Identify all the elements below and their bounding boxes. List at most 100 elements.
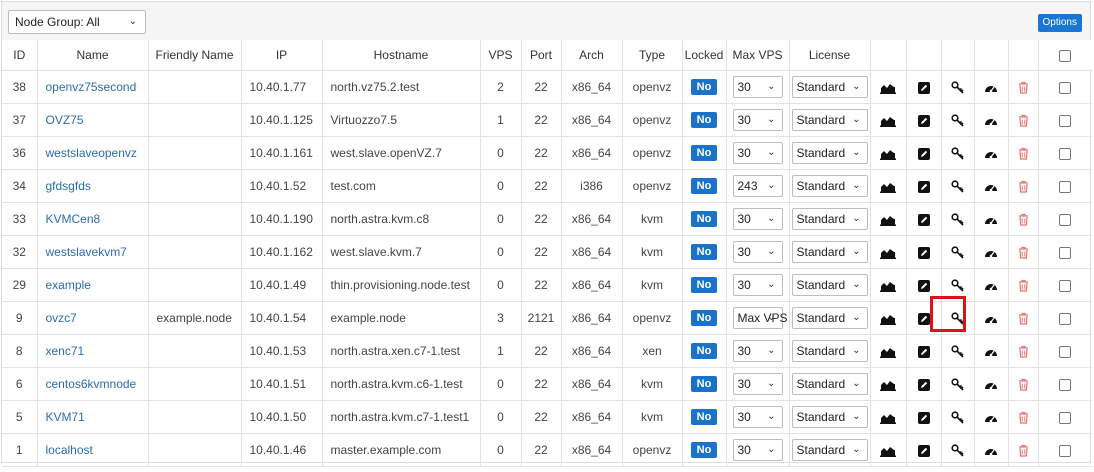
node-name-link[interactable]: westslavekvm7 [46,245,127,259]
node-name-link[interactable]: KVMCen8 [46,212,101,226]
locked-badge[interactable]: No [691,376,717,392]
max-vps-select[interactable]: 30 ⌄ [732,241,783,263]
node-name-link[interactable]: KVM71 [46,410,85,424]
node-name-link[interactable]: example [46,278,91,292]
node-name-link[interactable]: centos6kvmnode [46,377,137,391]
node-name-link[interactable]: openvz75second [46,80,137,94]
max-vps-select[interactable]: 30 ⌄ [732,406,783,428]
max-vps-select[interactable]: Max VPS ⌄ [732,307,788,329]
area-chart-icon[interactable] [880,313,896,325]
trash-icon[interactable] [1018,279,1029,292]
area-chart-icon[interactable] [880,247,896,259]
node-name-link[interactable]: ovzc7 [46,311,77,325]
license-select[interactable]: Standard ⌄ [791,76,868,98]
locked-badge[interactable]: No [691,244,717,260]
edit-icon[interactable] [917,279,930,292]
locked-badge[interactable]: No [691,442,717,458]
options-button[interactable]: Options [1037,14,1082,32]
gauge-icon[interactable] [984,280,998,292]
area-chart-icon[interactable] [880,148,896,160]
license-select[interactable]: Standard ⌄ [791,439,868,461]
trash-icon[interactable] [1018,81,1029,94]
trash-icon[interactable] [1018,213,1029,226]
area-chart-icon[interactable] [880,379,896,391]
locked-badge[interactable]: No [691,178,717,194]
col-id[interactable]: ID [2,40,38,71]
license-select[interactable]: Standard ⌄ [791,175,868,197]
edit-icon[interactable] [917,114,930,127]
col-type[interactable]: Type [622,40,683,71]
edit-icon[interactable] [917,345,930,358]
row-checkbox[interactable] [1059,279,1072,292]
row-checkbox[interactable] [1059,444,1072,457]
license-select[interactable]: Standard ⌄ [791,307,868,329]
key-icon[interactable] [951,378,964,391]
area-chart-icon[interactable] [880,214,896,226]
node-name-link[interactable]: westslaveopenvz [46,146,137,160]
locked-badge[interactable]: No [691,343,717,359]
area-chart-icon[interactable] [880,115,896,127]
row-checkbox[interactable] [1059,81,1072,94]
key-icon[interactable] [951,81,964,94]
gauge-icon[interactable] [984,82,998,94]
edit-icon[interactable] [917,147,930,160]
max-vps-select[interactable]: 30 ⌄ [732,373,783,395]
gauge-icon[interactable] [984,247,998,259]
row-checkbox[interactable] [1059,312,1072,325]
col-license[interactable]: License [789,40,871,71]
row-checkbox[interactable] [1059,411,1072,424]
row-checkbox[interactable] [1059,213,1072,226]
col-ip[interactable]: IP [241,40,323,71]
row-checkbox[interactable] [1059,114,1072,127]
license-select[interactable]: Standard ⌄ [791,340,868,362]
max-vps-select[interactable]: 30 ⌄ [732,142,783,164]
locked-badge[interactable]: No [691,310,717,326]
col-max-vps[interactable]: Max VPS [726,40,790,71]
gauge-icon[interactable] [984,445,998,457]
trash-icon[interactable] [1018,345,1029,358]
trash-icon[interactable] [1018,180,1029,193]
gauge-icon[interactable] [984,214,998,226]
edit-icon[interactable] [917,180,930,193]
license-select[interactable]: Standard ⌄ [791,241,868,263]
key-icon[interactable] [951,213,964,226]
edit-icon[interactable] [917,81,930,94]
locked-badge[interactable]: No [691,79,717,95]
key-icon[interactable] [951,147,964,160]
max-vps-select[interactable]: 30 ⌄ [732,340,783,362]
max-vps-select[interactable]: 30 ⌄ [732,76,783,98]
locked-badge[interactable]: No [691,409,717,425]
col-friendly-name[interactable]: Friendly Name [148,40,242,71]
edit-icon[interactable] [917,213,930,226]
max-vps-select[interactable]: 30 ⌄ [732,439,783,461]
trash-icon[interactable] [1018,411,1029,424]
trash-icon[interactable] [1018,147,1029,160]
col-hostname[interactable]: Hostname [322,40,481,71]
row-checkbox[interactable] [1059,180,1072,193]
locked-badge[interactable]: No [691,211,717,227]
edit-icon[interactable] [917,312,930,325]
row-checkbox[interactable] [1059,147,1072,160]
license-select[interactable]: Standard ⌄ [791,406,868,428]
license-select[interactable]: Standard ⌄ [791,274,868,296]
gauge-icon[interactable] [984,346,998,358]
row-checkbox[interactable] [1059,246,1072,259]
edit-icon[interactable] [917,444,930,457]
edit-icon[interactable] [917,411,930,424]
key-icon[interactable] [951,279,964,292]
col-arch[interactable]: Arch [561,40,623,71]
license-select[interactable]: Standard ⌄ [791,142,868,164]
locked-badge[interactable]: No [691,112,717,128]
key-icon[interactable] [951,444,964,457]
trash-icon[interactable] [1018,246,1029,259]
trash-icon[interactable] [1018,312,1029,325]
trash-icon[interactable] [1018,114,1029,127]
select-all-checkbox[interactable] [1059,49,1072,62]
node-name-link[interactable]: gfdsgfds [46,179,91,193]
area-chart-icon[interactable] [880,346,896,358]
locked-badge[interactable]: No [691,277,717,293]
gauge-icon[interactable] [984,379,998,391]
max-vps-select[interactable]: 30 ⌄ [732,208,783,230]
area-chart-icon[interactable] [880,412,896,424]
license-select[interactable]: Standard ⌄ [791,109,868,131]
